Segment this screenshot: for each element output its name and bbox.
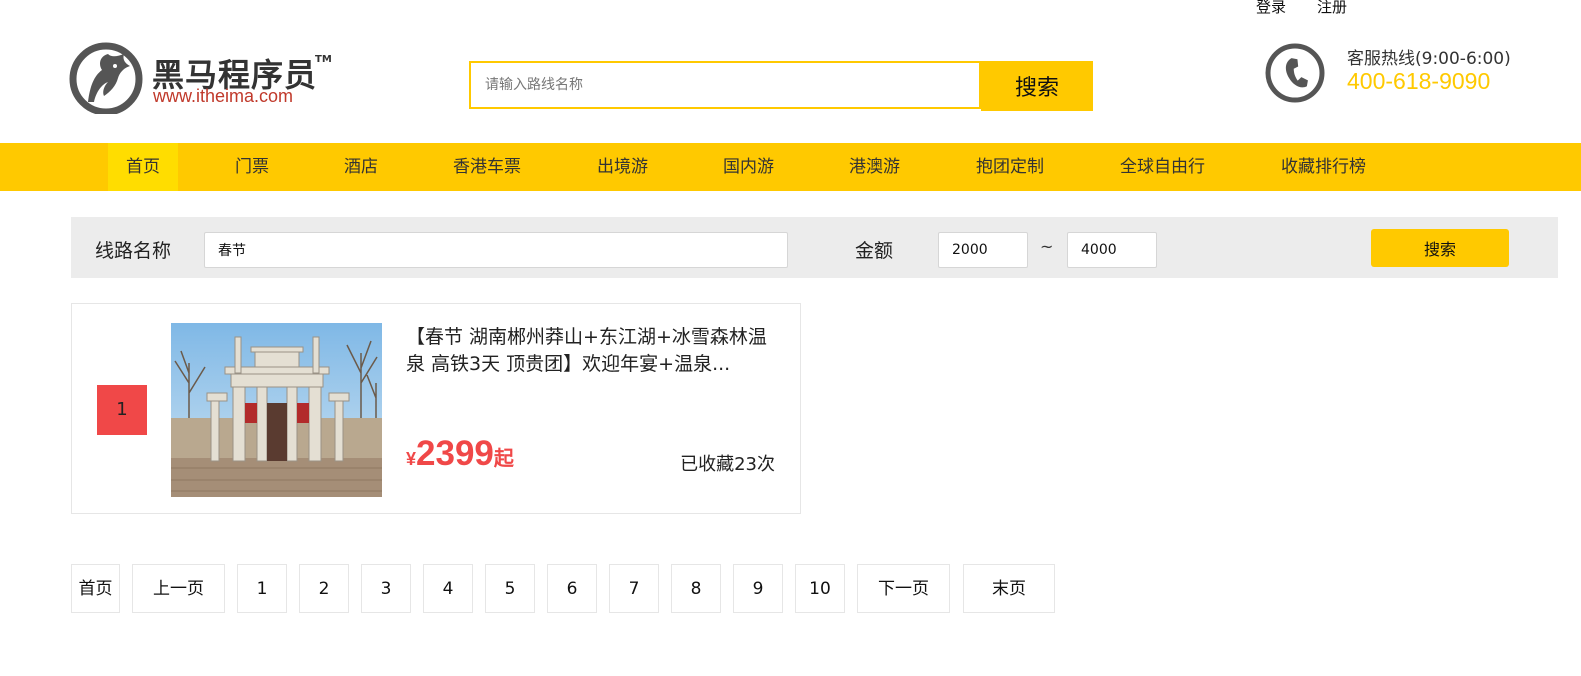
page-first[interactable]: 首页 (71, 564, 120, 613)
nav-item-global-free[interactable]: 全球自由行 (1120, 143, 1205, 191)
rank-badge: 1 (97, 385, 147, 435)
page-number[interactable]: 4 (423, 564, 473, 613)
page-number[interactable]: 1 (237, 564, 287, 613)
login-link[interactable]: 登录 (1256, 0, 1286, 17)
main-nav: 首页 门票 酒店 香港车票 出境游 国内游 港澳游 抱团定制 全球自由行 收藏排… (0, 143, 1581, 191)
trademark: TM (315, 54, 332, 65)
route-title[interactable]: 【春节 湖南郴州莽山+东江湖+冰雪森林温泉 高铁3天 顶贵团】欢迎年宴+温泉..… (406, 324, 776, 378)
price-value: 2399 (416, 434, 494, 473)
nav-item-domestic[interactable]: 国内游 (723, 143, 774, 191)
nav-item-hk-bus[interactable]: 香港车票 (453, 143, 521, 191)
page-number[interactable]: 10 (795, 564, 845, 613)
phone-icon (1264, 42, 1326, 104)
search-box (469, 61, 981, 109)
route-name-input[interactable] (204, 232, 788, 268)
favorite-count: 已收藏23次 (680, 454, 775, 475)
route-result-card[interactable]: 1 【春节 湖南郴州莽山+东江湖+冰雪森林温泉 高铁3天 顶贵团】欢迎年宴+温泉… (71, 303, 801, 514)
page-prev[interactable]: 上一页 (132, 564, 225, 613)
nav-item-custom-group[interactable]: 抱团定制 (976, 143, 1044, 191)
page-number[interactable]: 6 (547, 564, 597, 613)
page-number[interactable]: 5 (485, 564, 535, 613)
nav-item-favorites-rank[interactable]: 收藏排行榜 (1281, 143, 1366, 191)
route-thumbnail[interactable] (171, 323, 382, 497)
nav-item-tickets[interactable]: 门票 (235, 143, 269, 191)
page-number[interactable]: 2 (299, 564, 349, 613)
price-suffix: 起 (493, 446, 514, 470)
max-amount-input[interactable] (1067, 232, 1157, 268)
page-last[interactable]: 末页 (963, 564, 1055, 613)
min-amount-input[interactable] (938, 232, 1028, 268)
page-number[interactable]: 3 (361, 564, 411, 613)
page-next[interactable]: 下一页 (857, 564, 950, 613)
horse-logo-icon[interactable] (68, 42, 144, 116)
filter-bar: 线路名称 金额 ~ 搜索 (71, 217, 1558, 278)
search-button[interactable]: 搜索 (981, 61, 1093, 111)
range-separator: ~ (1040, 237, 1054, 256)
register-link[interactable]: 注册 (1317, 0, 1347, 17)
nav-item-home[interactable]: 首页 (108, 143, 178, 191)
amount-label: 金额 (855, 240, 894, 262)
page-number[interactable]: 9 (733, 564, 783, 613)
route-price: ¥2399起 (406, 434, 514, 474)
filter-search-button[interactable]: 搜索 (1371, 229, 1509, 267)
price-currency: ¥ (406, 449, 417, 469)
page-number[interactable]: 7 (609, 564, 659, 613)
search-input[interactable] (471, 63, 979, 107)
route-name-label: 线路名称 (95, 240, 172, 262)
page-number[interactable]: 8 (671, 564, 721, 613)
nav-item-hotel[interactable]: 酒店 (344, 143, 378, 191)
nav-item-outbound[interactable]: 出境游 (597, 143, 648, 191)
hotline-number: 400-618-9090 (1347, 68, 1491, 94)
nav-item-hk-macau[interactable]: 港澳游 (849, 143, 900, 191)
hotline-label: 客服热线(9:00-6:00) (1347, 49, 1511, 69)
brand-url: www.itheima.com (153, 86, 294, 106)
